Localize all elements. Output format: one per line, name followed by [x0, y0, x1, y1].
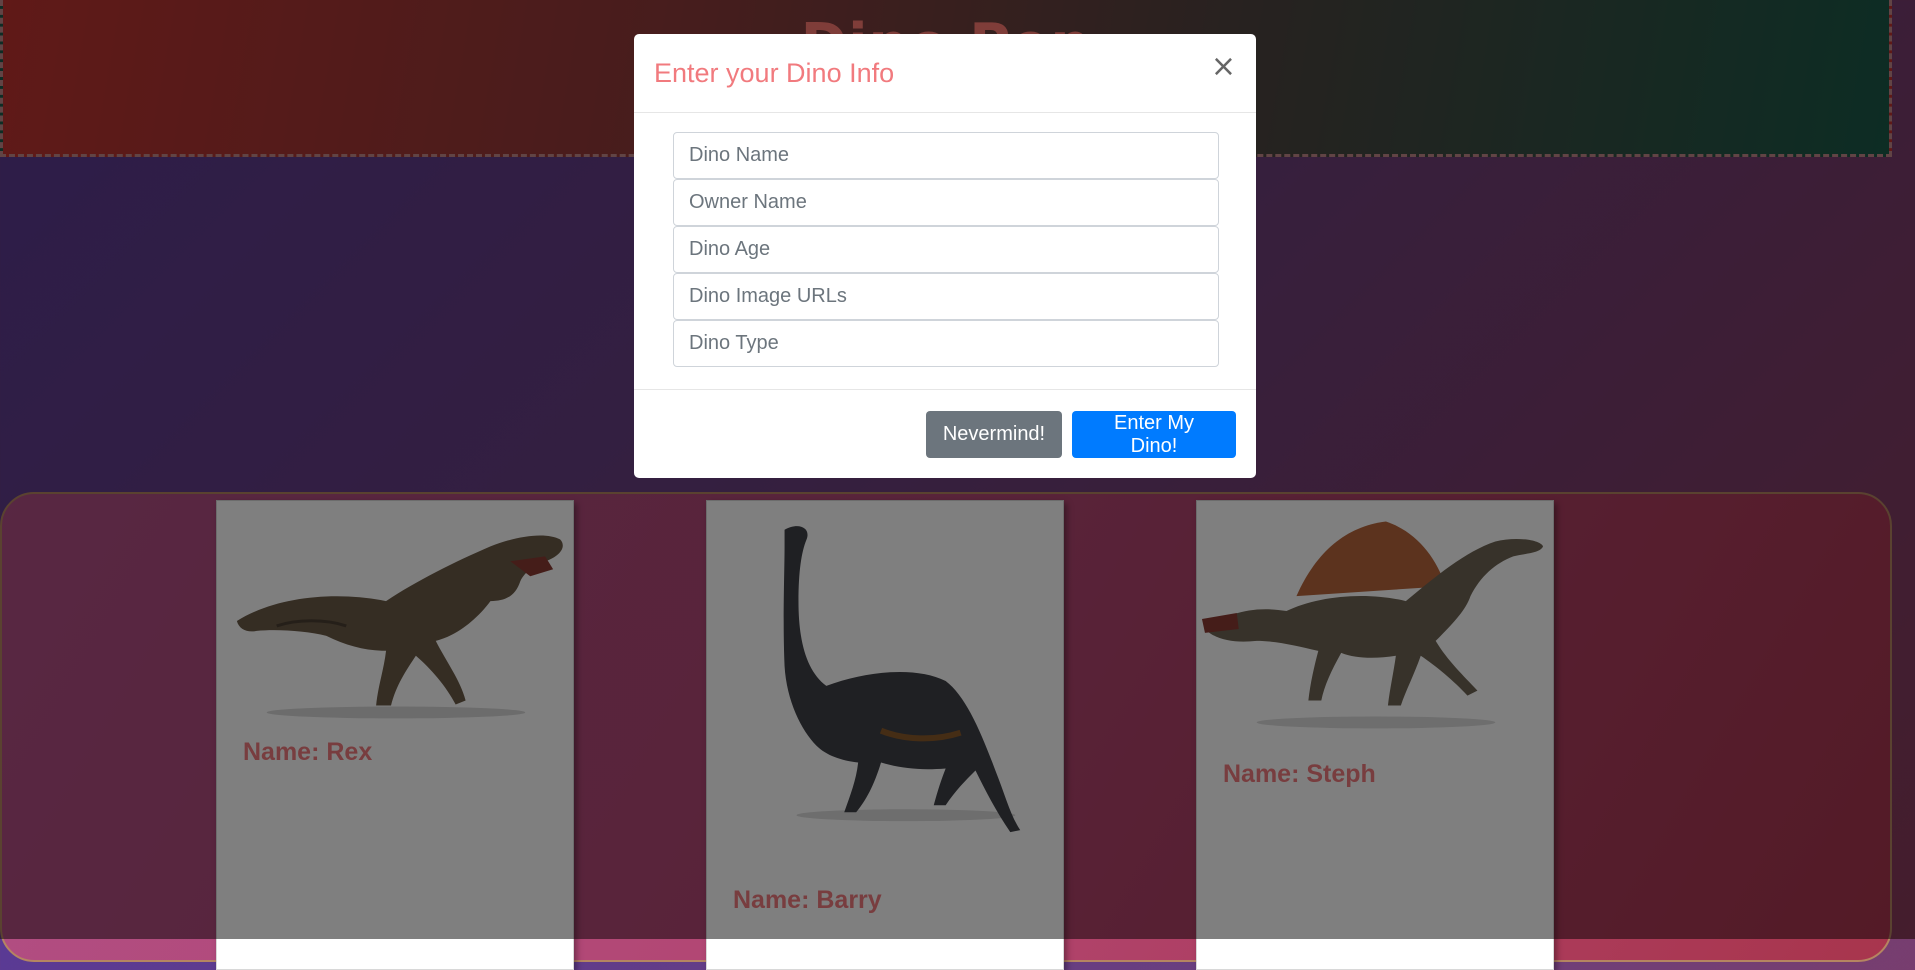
nevermind-button[interactable]: Nevermind! — [926, 411, 1062, 458]
dino-info-modal: Enter your Dino Info × Nevermind! Enter … — [634, 34, 1256, 478]
enter-my-dino-button[interactable]: Enter My Dino! — [1072, 411, 1236, 458]
close-icon[interactable]: × — [1211, 52, 1236, 82]
dino-age-input[interactable] — [673, 226, 1219, 273]
dino-type-input[interactable] — [673, 320, 1219, 367]
owner-name-input[interactable] — [673, 179, 1219, 226]
dino-image-urls-input[interactable] — [673, 273, 1219, 320]
modal-title: Enter your Dino Info — [654, 58, 895, 88]
modal-header: Enter your Dino Info × — [634, 34, 1256, 113]
modal-footer: Nevermind! Enter My Dino! — [634, 389, 1256, 479]
modal-body — [673, 132, 1219, 367]
dino-name-input[interactable] — [673, 132, 1219, 179]
